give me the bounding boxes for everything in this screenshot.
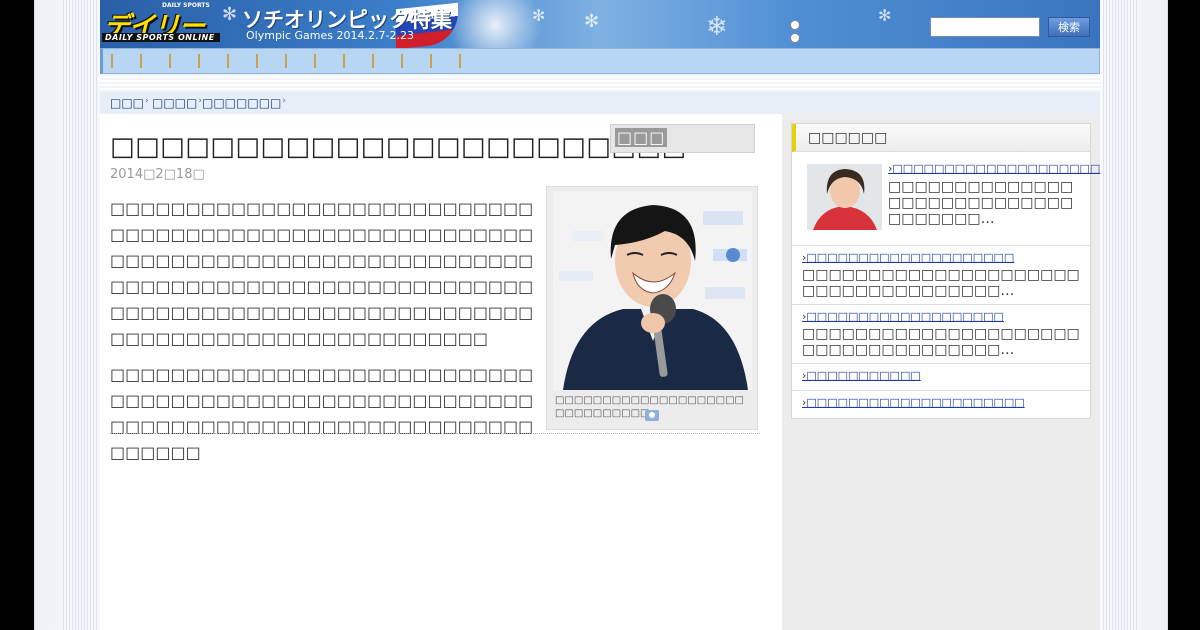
site-header: ✻ ✻ ✻ ❄ ✻ DAILY SPORTS デイリー DAILY SPORTS… xyxy=(100,0,1100,48)
nav-item[interactable] xyxy=(140,54,142,68)
snowflake-icon: ❄ xyxy=(706,12,728,42)
ranking-item[interactable]: □□□□□□□□□□□□□□□□□□□□ □□□□□□□□□□□□□□□□□□□… xyxy=(792,246,1090,305)
camera-icon[interactable] xyxy=(645,410,659,421)
ranking-link[interactable]: □□□□□□□□□□□□□□□□□□□□□ xyxy=(802,396,1024,409)
header-stripe xyxy=(100,74,1100,92)
breadcrumb-link[interactable]: □□□□□□□ xyxy=(202,96,286,110)
share-box: □□□ xyxy=(610,124,755,153)
search-scope-radio[interactable] xyxy=(790,20,800,30)
sidebar: □□□□□□ □□□□□□□□□□□□□□□□□□□□ □□□□□□□□□□□□… xyxy=(782,114,1100,630)
nav-item[interactable] xyxy=(111,54,113,68)
nav-item[interactable] xyxy=(227,54,229,68)
article-divider xyxy=(110,433,760,434)
ranking-thumbnail[interactable] xyxy=(807,164,882,230)
page: ✻ ✻ ✻ ❄ ✻ DAILY SPORTS デイリー DAILY SPORTS… xyxy=(100,0,1100,630)
article-title: □□□□□□□□□□□□□□□□□□□□□□□ xyxy=(110,132,687,162)
breadcrumb-link[interactable]: □□□□ xyxy=(152,96,202,110)
ranking-link[interactable]: □□□□□□□□□□□□□□□□□□□□ xyxy=(802,251,1014,264)
share-button[interactable]: □□□ xyxy=(615,128,668,147)
ranking-summary: □□□□□□□□□□□□□□□□□□□□□□□□□□□□□□□□□□□□… xyxy=(802,326,1080,358)
nav-item[interactable] xyxy=(314,54,316,68)
nav-item[interactable] xyxy=(285,54,287,68)
person-thumbnail-illustration xyxy=(807,164,882,230)
ranking-summary: □□□□□□□□□□□□□□□□□□□□□□□□□□□□□□□□□□□… xyxy=(888,179,1074,227)
ranking-summary: □□□□□□□□□□□□□□□□□□□□□□□□□□□□□□□□□□□□… xyxy=(802,267,1080,299)
ranking-title: □□□□□□ xyxy=(808,130,888,146)
ranking-item[interactable]: □□□□□□□□□□□□□□□□□□□□ □□□□□□□□□□□□□□□□□□□… xyxy=(792,152,1100,246)
nav-item[interactable] xyxy=(430,54,432,68)
search-button[interactable]: 検索 xyxy=(1048,17,1090,37)
ranking-box: □□□□□□ □□□□□□□□□□□□□□□□□□□□ □□□□□□□□□□□□… xyxy=(791,123,1100,419)
skater-photo-illustration xyxy=(553,191,752,390)
article-body: □□□□□□□□□□□□□□□□□□□□□□□□□□□□□□□□□□□□□□□□… xyxy=(110,196,534,476)
ranking-link[interactable]: □□□□□□□□□□□□□□□□□□□ xyxy=(802,310,1003,323)
main-column: □□□□□□□□□□□□□□□□□□□□□□□ 2014□2□18□ □□□ □… xyxy=(100,114,782,630)
article-date: 2014□2□18□ xyxy=(110,167,205,182)
feature-subtitle: Olympic Games 2014.2.7-2.23 xyxy=(246,29,414,42)
article-photo[interactable] xyxy=(553,191,752,390)
ranking-link[interactable]: □□□□□□□□□□□□□□□□□□□□ xyxy=(888,162,1100,175)
nav-item[interactable] xyxy=(198,54,200,68)
ranking-item[interactable]: □□□□□□□□□□□ xyxy=(792,364,1090,391)
nav-item[interactable] xyxy=(256,54,258,68)
snowflake-icon: ✻ xyxy=(878,6,892,25)
nav-item[interactable] xyxy=(459,54,461,68)
logo-sub-text: DAILY SPORTS ONLINE xyxy=(102,33,220,42)
article-paragraph: □□□□□□□□□□□□□□□□□□□□□□□□□□□□□□□□□□□□□□□□… xyxy=(110,365,534,462)
nav-item[interactable] xyxy=(401,54,403,68)
site-logo[interactable]: DAILY SPORTS デイリー DAILY SPORTS ONLINE xyxy=(102,2,220,44)
global-nav xyxy=(100,48,1100,74)
ranking-header: □□□□□□ xyxy=(792,124,1090,152)
snowflake-icon: ✻ xyxy=(222,4,238,25)
article-photo-box: □□□□□□□□□□□□□□□□□□□□□□□□□□□□□□ xyxy=(546,186,758,430)
search-input[interactable] xyxy=(930,17,1040,37)
nav-item[interactable] xyxy=(343,54,345,68)
snowflake-icon: ✻ xyxy=(584,11,600,32)
search-scope-radios xyxy=(790,20,800,46)
ranking-item[interactable]: □□□□□□□□□□□□□□□□□□□ □□□□□□□□□□□□□□□□□□□□… xyxy=(792,305,1090,364)
article-paragraph: □□□□□□□□□□□□□□□□□□□□□□□□□□□□□□□□□□□□□□□□… xyxy=(110,199,534,348)
nav-item[interactable] xyxy=(169,54,171,68)
search-scope-radio[interactable] xyxy=(790,33,800,43)
ranking-link[interactable]: □□□□□□□□□□□ xyxy=(802,369,920,382)
nav-item[interactable] xyxy=(372,54,374,68)
ranking-item[interactable]: □□□□□□□□□□□□□□□□□□□□□ xyxy=(792,391,1090,418)
breadcrumb: □□□ □□□□ □□□□□□□ xyxy=(100,92,1100,114)
snowflake-icon: ✻ xyxy=(532,6,546,25)
breadcrumb-link[interactable]: □□□ xyxy=(110,96,149,110)
